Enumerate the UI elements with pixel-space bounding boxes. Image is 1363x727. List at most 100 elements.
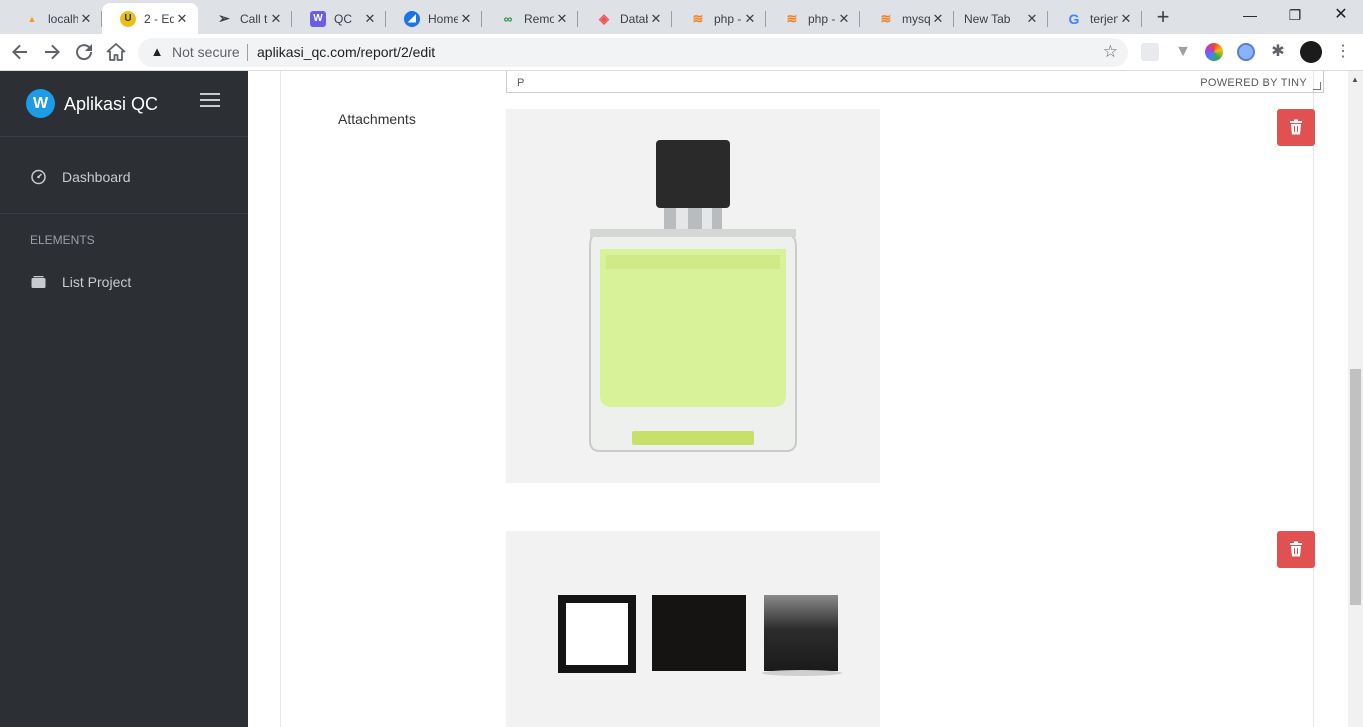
omnibox-divider bbox=[247, 44, 248, 61]
tab-title: Home bbox=[428, 11, 458, 26]
extension-icon[interactable] bbox=[1141, 43, 1159, 61]
trash-icon bbox=[1290, 541, 1302, 557]
new-tab-button[interactable]: + bbox=[1152, 6, 1174, 29]
puzzle-icon[interactable]: ✱ bbox=[1269, 43, 1287, 61]
browser-tab[interactable]: ≋ php - ✕ bbox=[766, 3, 860, 34]
trash-icon bbox=[1290, 119, 1302, 135]
home-icon bbox=[106, 43, 126, 61]
browser-tab[interactable]: ◢ Home ✕ bbox=[386, 3, 482, 34]
forward-button[interactable] bbox=[40, 40, 64, 64]
ext-compass-icon[interactable] bbox=[1237, 43, 1255, 61]
browser-tab[interactable]: W QC ✕ bbox=[292, 3, 386, 34]
sidebar-item-list-project[interactable]: List Project bbox=[0, 262, 248, 302]
color-picker-icon[interactable] bbox=[1205, 43, 1223, 61]
browser-tab[interactable]: ➢ Call to ✕ bbox=[198, 3, 292, 34]
url-text[interactable]: aplikasi_qc.com/report/2/edit bbox=[257, 44, 435, 60]
close-icon[interactable]: ✕ bbox=[1024, 11, 1040, 27]
browser-tab[interactable]: ≋ php - ✕ bbox=[672, 3, 766, 34]
menu-kebab-icon[interactable]: ⋮ bbox=[1335, 42, 1351, 62]
tab-title: terjen bbox=[1090, 11, 1118, 26]
tab-title: New Tab bbox=[964, 11, 1011, 26]
attachment-image-perfume bbox=[506, 109, 880, 483]
editor-statusbar: P POWERED BY TINY bbox=[506, 71, 1324, 93]
attachment-image-squares bbox=[506, 531, 880, 727]
close-icon[interactable]: ✕ bbox=[742, 11, 758, 27]
telegram-icon: ➢ bbox=[218, 10, 230, 26]
home-button[interactable] bbox=[104, 40, 128, 64]
close-icon[interactable]: ✕ bbox=[1118, 11, 1134, 27]
close-icon[interactable]: ✕ bbox=[458, 11, 474, 27]
sidebar-divider bbox=[0, 213, 248, 214]
stackoverflow-icon: ≋ bbox=[880, 10, 892, 26]
stackoverflow-icon: ≋ bbox=[692, 10, 704, 26]
star-icon[interactable]: ☆ bbox=[1103, 42, 1118, 62]
page-scrollbar[interactable]: ▲ bbox=[1348, 71, 1363, 727]
scrollbar-thumb[interactable] bbox=[1350, 369, 1361, 605]
close-icon[interactable]: ✕ bbox=[648, 11, 664, 27]
delete-attachment-button[interactable] bbox=[1277, 109, 1315, 146]
arrow-right-icon bbox=[45, 44, 60, 60]
browser-tab[interactable]: New Tab ✕ bbox=[954, 3, 1048, 34]
reload-icon bbox=[76, 44, 93, 61]
close-icon[interactable]: ✕ bbox=[836, 11, 852, 27]
perfume-bottle-image bbox=[589, 140, 797, 452]
close-icon[interactable]: ✕ bbox=[174, 11, 190, 27]
tab-title: php - bbox=[808, 11, 836, 26]
editor-element-path[interactable]: P bbox=[517, 77, 524, 89]
dashboard-gauge-icon bbox=[31, 169, 46, 185]
browser-tab[interactable]: ≋ mysq ✕ bbox=[860, 3, 954, 34]
sidebar-section-label: ELEMENTS bbox=[30, 233, 95, 247]
tab-title: Remo bbox=[524, 11, 554, 26]
address-bar[interactable]: ▲ Not secure aplikasi_qc.com/report/2/ed… bbox=[138, 38, 1128, 67]
close-icon[interactable]: ✕ bbox=[268, 11, 284, 27]
home-brand-icon: ◢ bbox=[404, 10, 420, 27]
w-icon: W bbox=[310, 10, 326, 27]
brand-name[interactable]: Aplikasi QC bbox=[64, 94, 158, 115]
delete-attachment-button[interactable] bbox=[1277, 531, 1315, 568]
main-content: P POWERED BY TINY Attachments bbox=[248, 71, 1348, 727]
sidebar: W Aplikasi QC Dashboard ELEMENTS List Pr… bbox=[0, 71, 248, 727]
hamburger-menu-icon[interactable] bbox=[200, 93, 220, 109]
sidebar-brand: W Aplikasi QC bbox=[0, 71, 248, 137]
browser-toolbar: ▲ Not secure aplikasi_qc.com/report/2/ed… bbox=[0, 34, 1363, 71]
tab-title: Datab bbox=[620, 11, 648, 26]
glasses-icon: ∞ bbox=[503, 11, 513, 26]
tab-title: Call to bbox=[240, 11, 268, 26]
restore-button[interactable]: ❐ bbox=[1282, 4, 1308, 26]
back-button[interactable] bbox=[8, 40, 32, 64]
reload-button[interactable] bbox=[72, 40, 96, 64]
tab-separator bbox=[1141, 11, 1142, 27]
minimize-button[interactable]: — bbox=[1237, 4, 1263, 26]
squares-image bbox=[558, 595, 842, 676]
u-icon: U bbox=[120, 10, 136, 27]
browser-tab[interactable]: ◈ Datab ✕ bbox=[578, 3, 672, 34]
sidebar-item-label: Dashboard bbox=[62, 169, 131, 185]
tab-title: 2 - Ed bbox=[144, 11, 174, 26]
resize-handle-icon[interactable] bbox=[1313, 82, 1321, 90]
browser-tab-active[interactable]: U 2 - Ed ✕ bbox=[102, 3, 198, 34]
avatar[interactable] bbox=[1300, 41, 1322, 63]
warning-icon[interactable]: ▲ bbox=[149, 44, 165, 60]
close-icon[interactable]: ✕ bbox=[362, 11, 378, 27]
brand-logo[interactable]: W bbox=[26, 89, 55, 118]
security-label[interactable]: Not secure bbox=[172, 44, 240, 60]
tab-title: QC bbox=[334, 11, 352, 26]
vue-devtools-icon[interactable]: ▼ bbox=[1174, 43, 1192, 61]
powered-by-label[interactable]: POWERED BY TINY bbox=[1200, 77, 1307, 89]
tab-title: mysq bbox=[902, 11, 930, 26]
close-icon[interactable]: ✕ bbox=[78, 11, 94, 27]
window-close-button[interactable]: ✕ bbox=[1328, 4, 1354, 26]
close-icon[interactable]: ✕ bbox=[930, 11, 946, 27]
pma-icon: ▲ bbox=[27, 13, 37, 24]
tab-title: php - bbox=[714, 11, 742, 26]
browser-tab-strip: ▲ localh ✕ U 2 - Ed ✕ ➢ Call to ✕ W QC ✕… bbox=[0, 0, 1363, 34]
close-icon[interactable]: ✕ bbox=[554, 11, 570, 27]
browser-tab[interactable]: ▲ localh ✕ bbox=[6, 3, 102, 34]
scroll-up-arrow-icon[interactable]: ▲ bbox=[1351, 75, 1359, 84]
browser-tab[interactable]: ∞ Remo ✕ bbox=[482, 3, 578, 34]
browser-tab[interactable]: G terjen ✕ bbox=[1048, 3, 1142, 34]
google-icon: G bbox=[1068, 10, 1080, 27]
layers-icon bbox=[31, 276, 46, 288]
arrow-left-icon bbox=[12, 44, 27, 60]
sidebar-item-dashboard[interactable]: Dashboard bbox=[0, 157, 248, 197]
